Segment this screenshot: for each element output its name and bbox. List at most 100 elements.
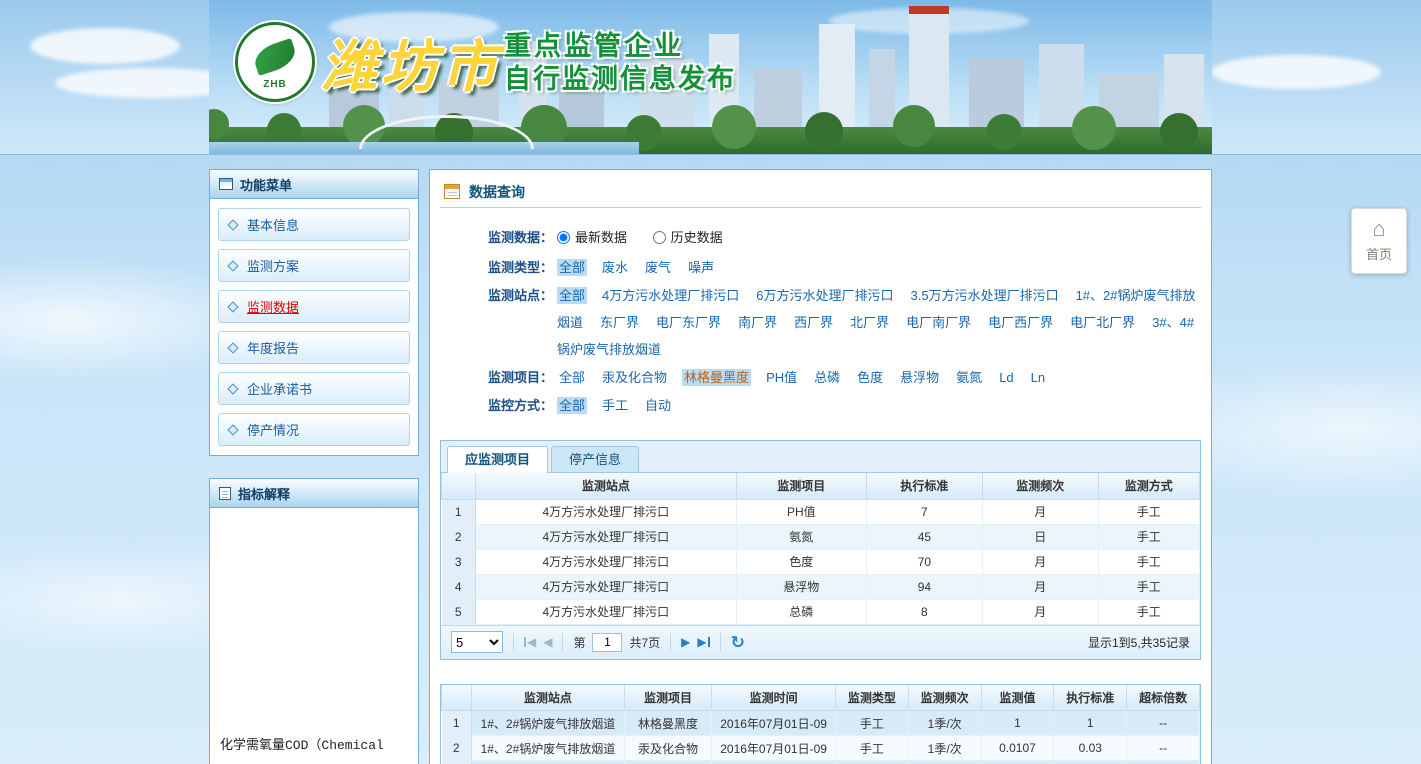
column-header[interactable] xyxy=(442,473,476,499)
site-subtitle-line1: 重点监管企业 xyxy=(504,30,736,63)
column-header[interactable]: 监测方式 xyxy=(1098,473,1199,499)
cell-method: 手工 xyxy=(1098,599,1199,624)
column-header[interactable]: 超标倍数 xyxy=(1127,685,1200,711)
radio-input[interactable] xyxy=(653,231,666,244)
diamond-icon xyxy=(227,424,238,435)
column-header[interactable]: 监测值 xyxy=(981,685,1054,711)
clipboard-icon xyxy=(219,178,233,190)
filter-option[interactable]: 色度 xyxy=(855,369,885,386)
column-header[interactable]: 执行标准 xyxy=(866,473,982,499)
column-header[interactable]: 监测站点 xyxy=(472,685,625,711)
cell-type: 手工 xyxy=(835,736,908,761)
sidebar-item[interactable]: 年度报告 xyxy=(218,331,410,364)
filter-option[interactable]: 电厂西厂界 xyxy=(986,314,1055,331)
filter-option[interactable]: 林格曼黑度 xyxy=(682,369,751,386)
home-icon: ⌂ xyxy=(1352,218,1406,240)
bridge-decoration xyxy=(359,115,534,149)
cell-type: 手工 xyxy=(835,711,908,736)
column-header[interactable]: 监测频次 xyxy=(908,685,981,711)
filter-option[interactable]: 悬浮物 xyxy=(898,369,941,386)
column-header[interactable]: 监测项目 xyxy=(736,473,866,499)
first-page-button[interactable]: ◀ xyxy=(524,636,536,648)
cell-frequency: 月 xyxy=(982,549,1098,574)
filter-option[interactable]: 废气 xyxy=(643,259,673,276)
sidebar-item-label: 监测数据 xyxy=(247,297,299,316)
pager-separator xyxy=(670,633,671,651)
sidebar-item[interactable]: 停产情况 xyxy=(218,413,410,446)
diamond-icon xyxy=(227,342,238,353)
sidebar-item[interactable]: 监测数据 xyxy=(218,290,410,323)
filter-option[interactable]: 南厂界 xyxy=(736,314,779,331)
filter-option[interactable]: 电厂北厂界 xyxy=(1068,314,1137,331)
table-row[interactable]: 1 4万方污水处理厂排污口 PH值 7 月 手工 xyxy=(442,499,1200,524)
sidebar-item[interactable]: 监测方案 xyxy=(218,249,410,282)
table-row[interactable]: 1 1#、2#锅炉废气排放烟道 林格曼黑度 2016年07月01日-09 手工 … xyxy=(442,711,1200,736)
next-page-button[interactable]: ▶ xyxy=(681,636,690,648)
cell-standard: 0.03 xyxy=(1054,736,1127,761)
filter-option[interactable]: 全部 xyxy=(557,369,587,386)
column-header[interactable]: 监测类型 xyxy=(835,685,908,711)
prev-page-button[interactable]: ◀ xyxy=(543,636,552,648)
monitoring-data-table: 监测站点监测项目监测时间监测类型监测频次监测值执行标准超标倍数 1 1#、2#锅… xyxy=(441,685,1200,764)
home-button[interactable]: ⌂ 首页 xyxy=(1351,208,1407,274)
cell-time: 2016年07月01日-09 xyxy=(712,711,836,736)
column-header[interactable]: 监测项目 xyxy=(624,685,711,711)
table-row[interactable]: 2 4万方污水处理厂排污口 氨氮 45 日 手工 xyxy=(442,524,1200,549)
filter-option[interactable]: 废水 xyxy=(600,259,630,276)
filter-option[interactable]: 手工 xyxy=(600,397,630,414)
filter-label: 监控方式： xyxy=(488,392,553,419)
cell-method: 手工 xyxy=(1098,524,1199,549)
filter-option[interactable]: 氨氮 xyxy=(954,369,984,386)
refresh-button[interactable]: ↻ xyxy=(731,634,745,651)
cell-method: 手工 xyxy=(1098,549,1199,574)
filter-option[interactable]: Ln xyxy=(1029,369,1047,386)
tab[interactable]: 应监测项目 xyxy=(447,446,548,473)
sidebar-item[interactable]: 基本信息 xyxy=(218,208,410,241)
monitoring-items-table: 监测站点监测项目执行标准监测频次监测方式 1 4万方污水处理厂排污口 PH值 7… xyxy=(441,473,1200,625)
filter-option[interactable]: 东厂界 xyxy=(598,314,641,331)
diamond-icon xyxy=(227,219,238,230)
filter-option[interactable]: 4万方污水处理厂排污口 xyxy=(600,287,741,304)
filter-option[interactable]: 6万方污水处理厂排污口 xyxy=(754,287,895,304)
filter-option[interactable]: 全部 xyxy=(557,287,587,304)
column-header[interactable]: 监测站点 xyxy=(476,473,737,499)
cell-frequency: 1季/次 xyxy=(908,711,981,736)
table-row[interactable]: 4 4万方污水处理厂排污口 悬浮物 94 月 手工 xyxy=(442,574,1200,599)
filter-option[interactable]: 3.5万方污水处理厂排污口 xyxy=(909,287,1061,304)
tab[interactable]: 停产信息 xyxy=(551,446,639,472)
sidebar-item[interactable]: 企业承诺书 xyxy=(218,372,410,405)
table-row[interactable]: 5 4万方污水处理厂排污口 总磷 8 月 手工 xyxy=(442,599,1200,624)
filter-option[interactable]: 电厂东厂界 xyxy=(654,314,723,331)
filter-option[interactable]: 北厂界 xyxy=(848,314,891,331)
row-number: 3 xyxy=(442,761,472,764)
pager-separator xyxy=(513,633,514,651)
column-header[interactable]: 执行标准 xyxy=(1054,685,1127,711)
function-menu-title: 功能菜单 xyxy=(240,175,292,194)
filter-option[interactable]: 电厂南厂界 xyxy=(904,314,973,331)
table-row[interactable]: 2 1#、2#锅炉废气排放烟道 汞及化合物 2016年07月01日-09 手工 … xyxy=(442,736,1200,761)
radio-option[interactable]: 历史数据 xyxy=(653,224,723,251)
filter-option[interactable]: 汞及化合物 xyxy=(600,369,669,386)
column-header[interactable]: 监测时间 xyxy=(712,685,836,711)
page-number-input[interactable] xyxy=(592,633,622,652)
data-mode-options: 最新数据 历史数据 xyxy=(557,224,1197,253)
column-header[interactable] xyxy=(442,685,472,711)
calendar-icon xyxy=(444,184,460,199)
cell-station: 4万方污水处理厂排污口 xyxy=(476,499,737,524)
filter-option[interactable]: 噪声 xyxy=(686,259,716,276)
table-row[interactable]: 3 4万方污水处理厂排污口 色度 70 月 手工 xyxy=(442,549,1200,574)
filter-option[interactable]: 全部 xyxy=(557,397,587,414)
radio-input[interactable] xyxy=(557,231,570,244)
filter-option[interactable]: PH值 xyxy=(764,369,799,386)
filter-option[interactable]: Ld xyxy=(997,369,1015,386)
page-size-select[interactable]: 5 xyxy=(451,631,503,653)
filter-option[interactable]: 西厂界 xyxy=(792,314,835,331)
filter-option[interactable]: 全部 xyxy=(557,259,587,276)
column-header[interactable]: 监测频次 xyxy=(982,473,1098,499)
table-row[interactable]: 3 3#、4#锅炉废气排放烟道 汞及化合物 2016年07月01日-09 手工 … xyxy=(442,761,1200,764)
last-page-button[interactable]: ▶ xyxy=(697,636,709,648)
filter-option[interactable]: 总磷 xyxy=(812,369,842,386)
radio-option[interactable]: 最新数据 xyxy=(557,224,627,251)
cell-item: PH值 xyxy=(736,499,866,524)
filter-option[interactable]: 自动 xyxy=(643,397,673,414)
